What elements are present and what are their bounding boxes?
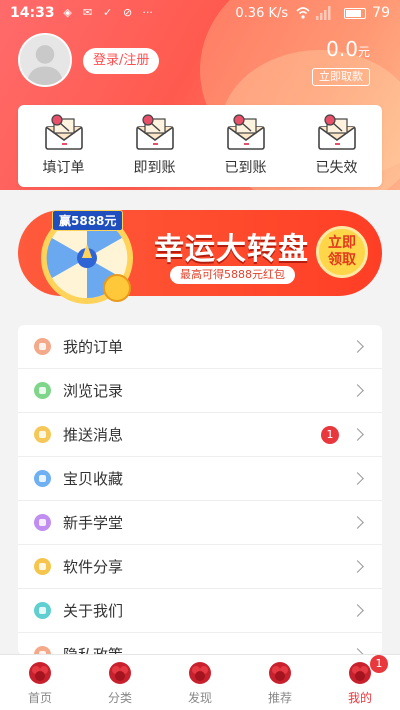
book-icon xyxy=(34,514,51,531)
tab-label: 我的 xyxy=(347,691,372,705)
order-pending-button[interactable]: 即到账 xyxy=(109,105,200,187)
heart-icon xyxy=(34,470,51,487)
battery-icon xyxy=(344,7,367,19)
menu-item-messages[interactable]: 推送消息 1 xyxy=(18,413,382,457)
unread-badge: 1 xyxy=(321,425,339,444)
signal-icon xyxy=(316,6,331,20)
balance: 0.0元 xyxy=(326,37,370,61)
rose-icon xyxy=(189,662,211,684)
menu-item-label: 新手学堂 xyxy=(63,514,124,532)
tab-home[interactable]: 首页 xyxy=(0,655,80,710)
lucky-wheel-banner[interactable]: 赢5888元 幸运大转盘 最高可得5888元红包 立即 领取 xyxy=(18,210,382,304)
chevron-right-icon xyxy=(351,384,364,397)
rose-icon xyxy=(109,662,131,684)
cta-line: 领取 xyxy=(328,252,356,268)
avatar-placeholder-icon xyxy=(20,35,70,85)
tab-mine[interactable]: 我的 1 xyxy=(320,655,400,710)
network-speed: 0.36 K/s xyxy=(235,5,289,21)
cta-line: 立即 xyxy=(328,235,356,251)
status-time: 14:33 xyxy=(10,5,55,21)
menu-item-label: 浏览记录 xyxy=(63,382,124,400)
battery-level: 79 xyxy=(372,5,390,21)
menu-item-tutorial[interactable]: 新手学堂 xyxy=(18,501,382,545)
envelope-rose-icon xyxy=(317,114,356,150)
menu-item-history[interactable]: 浏览记录 xyxy=(18,369,382,413)
menu-item-share[interactable]: 软件分享 xyxy=(18,545,382,589)
menu-item-label: 宝贝收藏 xyxy=(63,470,124,488)
menu-item-label: 软件分享 xyxy=(63,558,124,576)
chevron-right-icon xyxy=(351,428,364,441)
order-label: 已失效 xyxy=(315,160,358,176)
tab-label: 发现 xyxy=(187,691,212,705)
envelope-rose-icon xyxy=(135,114,174,150)
more-icon: ··· xyxy=(142,6,153,19)
bottom-tab-bar: 首页 分类 发现 推荐 我的 1 xyxy=(0,654,400,710)
rose-icon xyxy=(269,662,291,684)
block-icon: ⊘ xyxy=(122,6,133,19)
tab-label: 推荐 xyxy=(267,691,292,705)
bell-icon xyxy=(34,426,51,443)
order-label: 已到账 xyxy=(224,160,267,176)
login-register-button[interactable]: 登录/注册 xyxy=(83,48,160,74)
chevron-right-icon xyxy=(351,604,364,617)
prize-tag: 赢5888元 xyxy=(52,210,124,231)
envelope-rose-icon xyxy=(44,114,83,150)
chevron-right-icon xyxy=(351,560,364,573)
tab-label: 分类 xyxy=(107,691,132,705)
wifi-icon xyxy=(296,6,310,20)
history-icon xyxy=(34,382,51,399)
menu-item-label: 关于我们 xyxy=(63,602,124,620)
chevron-right-icon xyxy=(351,516,364,529)
orders-icon xyxy=(34,338,51,355)
message-icon: ✉ xyxy=(82,6,93,19)
tab-discover[interactable]: 发现 xyxy=(160,655,240,710)
check-icon: ✓ xyxy=(102,6,113,19)
rose-icon xyxy=(29,662,51,684)
menu-item-privacy[interactable]: 隐私政策 xyxy=(18,633,382,655)
banner-title: 幸运大转盘 xyxy=(154,232,309,267)
balance-unit: 元 xyxy=(357,45,370,59)
claim-now-button[interactable]: 立即 领取 xyxy=(316,226,368,278)
menu-item-label: 推送消息 xyxy=(63,426,124,444)
menu-item-my-orders[interactable]: 我的订单 xyxy=(18,325,382,369)
info-icon xyxy=(34,602,51,619)
order-status-card: 填订单 即到账 已到账 已失效 xyxy=(18,105,382,187)
order-label: 填订单 xyxy=(42,160,85,176)
envelope-rose-icon xyxy=(226,114,265,150)
withdraw-button[interactable]: 立即取款 xyxy=(312,68,370,86)
chevron-right-icon xyxy=(351,472,364,485)
balance-value: 0.0 xyxy=(326,37,358,61)
status-bar: 14:33 ◈ ✉ ✓ ⊘ ··· 0.36 K/s 79 xyxy=(0,0,400,26)
menu-list: 我的订单 浏览记录 推送消息 1 宝贝收藏 新手学堂 软件分享 关于我们 隐私政… xyxy=(18,325,382,655)
tab-label: 首页 xyxy=(27,691,52,705)
order-label: 即到账 xyxy=(133,160,176,176)
menu-item-label: 我的订单 xyxy=(63,338,124,356)
share-icon xyxy=(34,558,51,575)
tab-recommend[interactable]: 推荐 xyxy=(240,655,320,710)
order-received-button[interactable]: 已到账 xyxy=(200,105,291,187)
menu-item-favorites[interactable]: 宝贝收藏 xyxy=(18,457,382,501)
order-fill-button[interactable]: 填订单 xyxy=(18,105,109,187)
menu-item-about[interactable]: 关于我们 xyxy=(18,589,382,633)
tab-category[interactable]: 分类 xyxy=(80,655,160,710)
tab-badge: 1 xyxy=(370,655,388,673)
avatar[interactable] xyxy=(18,33,72,87)
order-expired-button[interactable]: 已失效 xyxy=(291,105,382,187)
chevron-right-icon xyxy=(351,340,364,353)
banner-subtitle: 最高可得5888元红包 xyxy=(170,266,295,284)
app-notification-icon: ◈ xyxy=(63,6,72,19)
